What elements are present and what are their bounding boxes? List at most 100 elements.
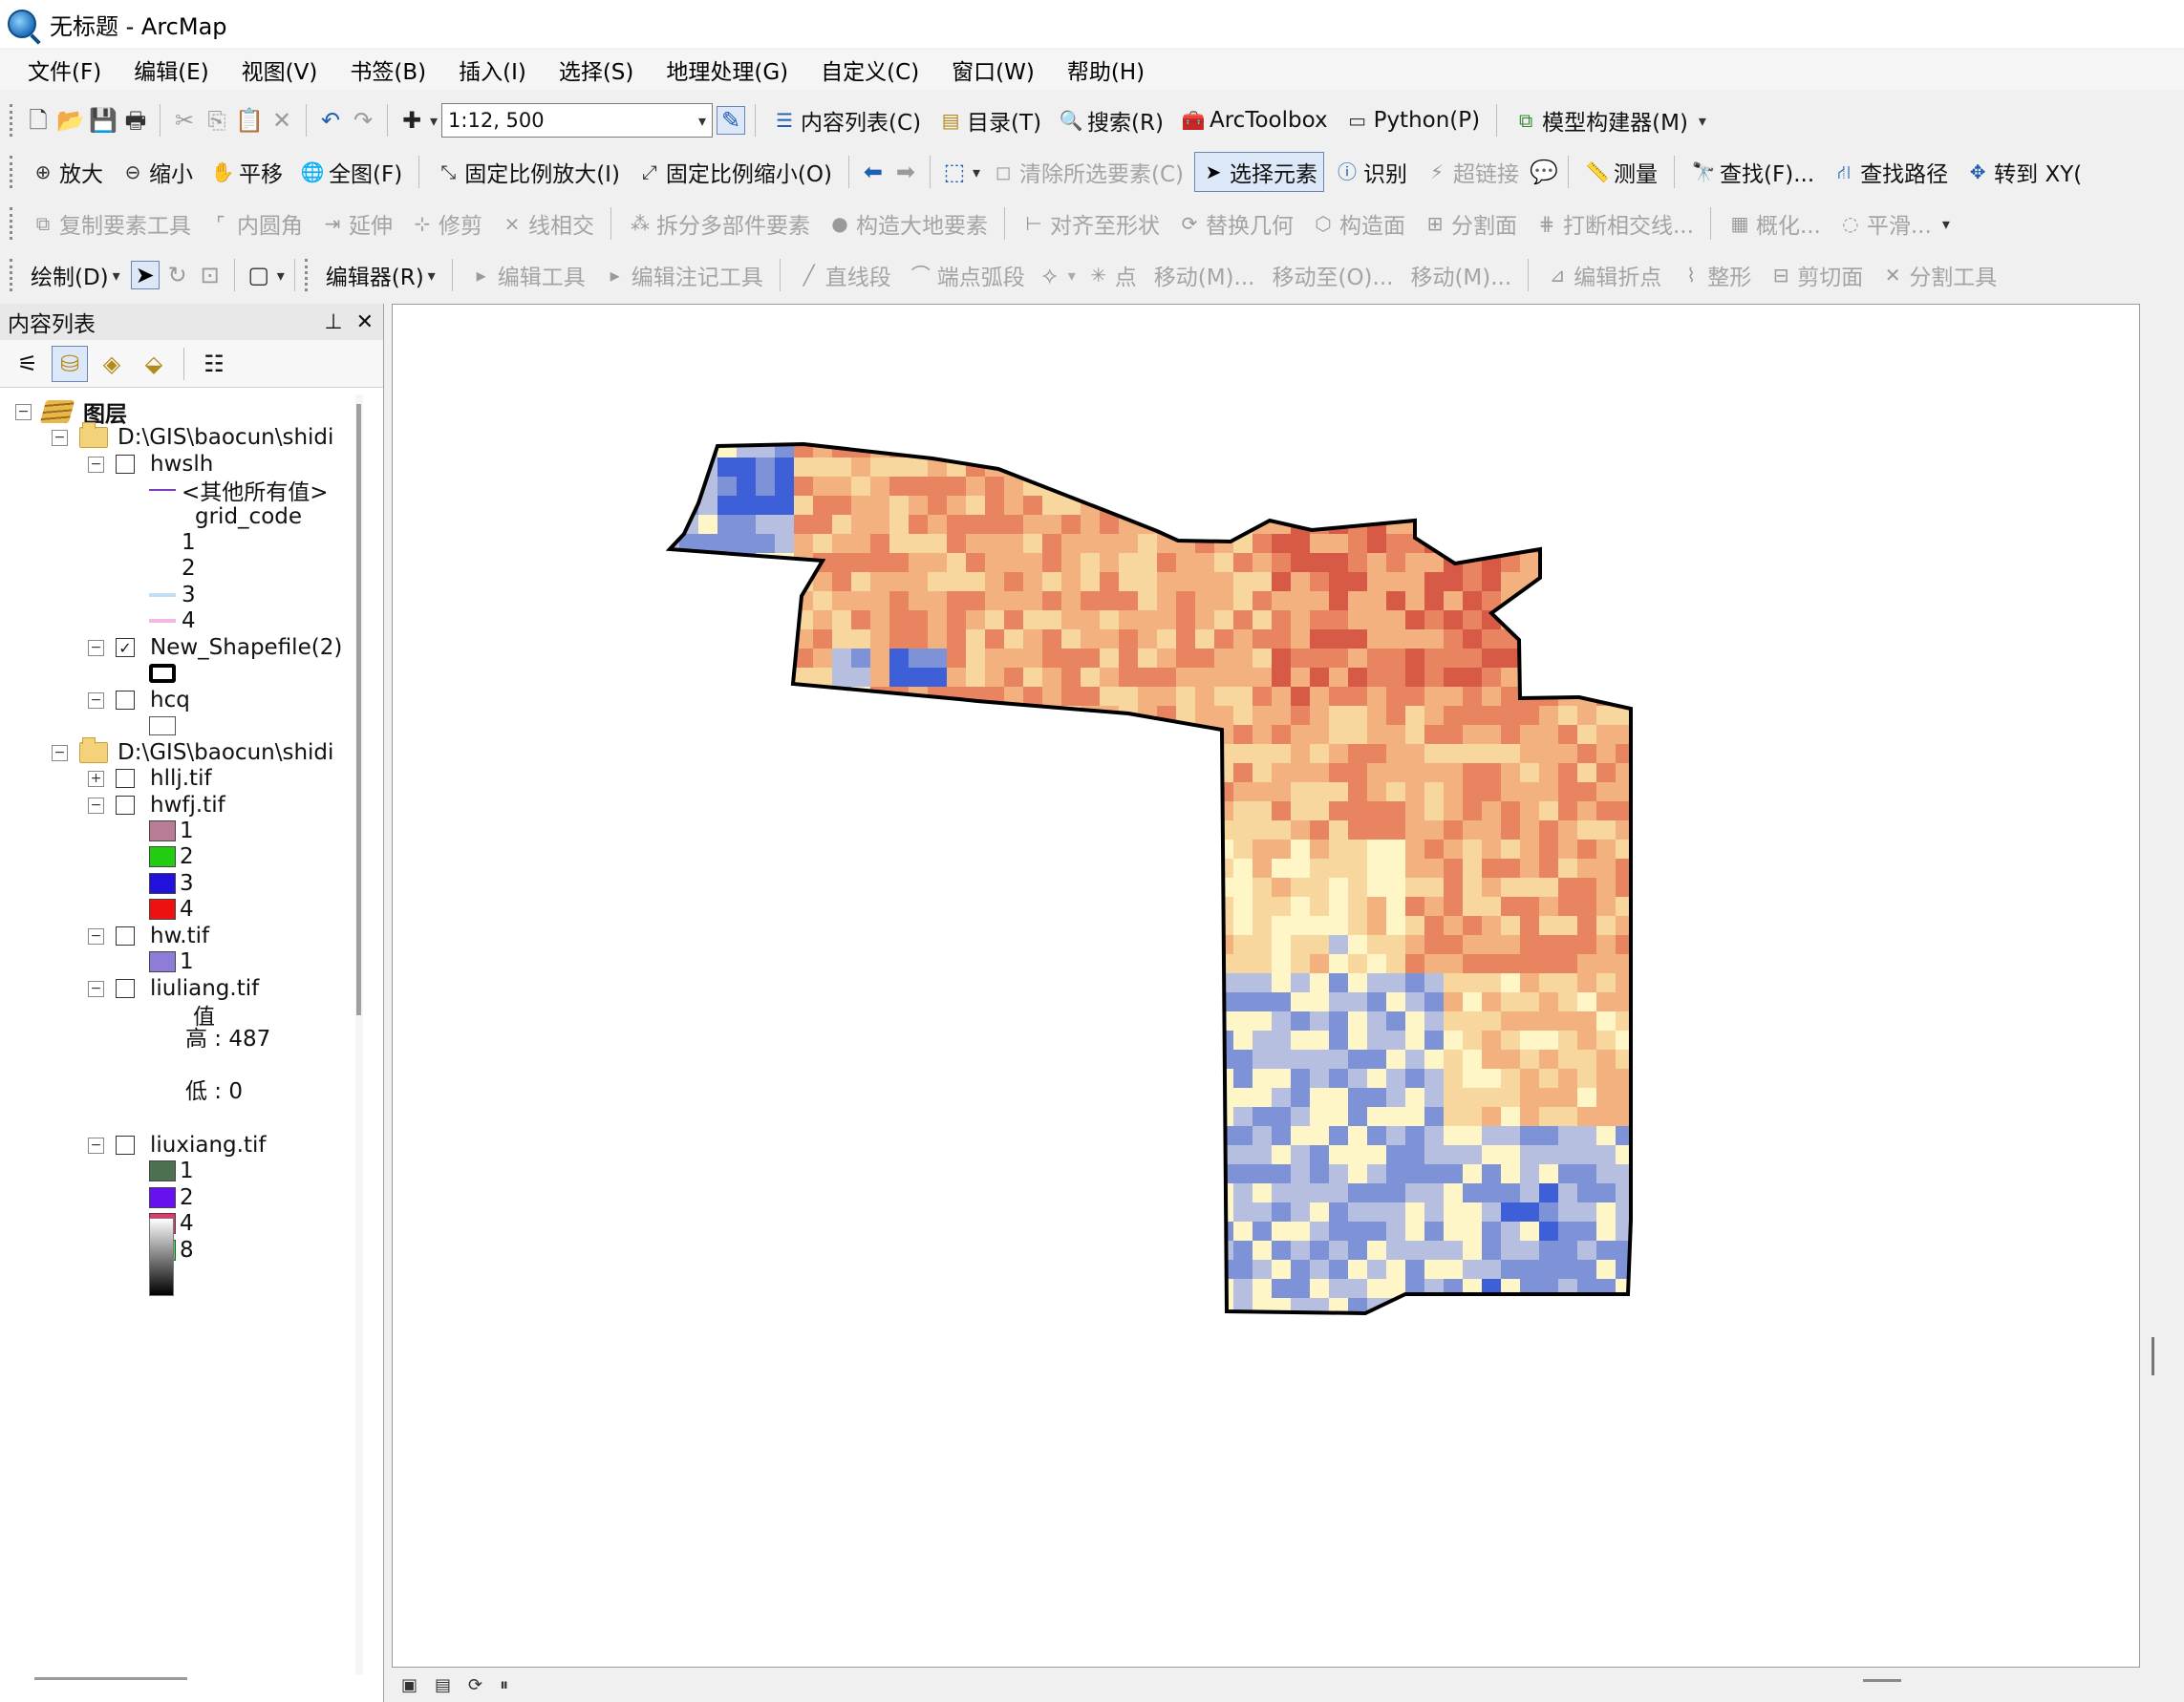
map-vertical-scrollbar[interactable] [2144,304,2184,1668]
point-button[interactable]: ✳ 点 [1080,255,1144,295]
toc-horizontal-scrollbar[interactable] [34,1677,187,1680]
forward-arrow-icon[interactable]: ➡ [891,158,920,186]
menu-file[interactable]: 文件(F) [11,50,118,90]
scrollbar-thumb[interactable] [356,404,361,1015]
split-tool-button[interactable]: ✕ 分割工具 [1874,255,2003,295]
move-to-button[interactable]: 移动至(O)... [1265,255,1400,295]
paste-icon[interactable]: 📋 [235,106,264,135]
zoom-to-selected-icon[interactable]: ⊡ [196,261,225,289]
construct-polygons-button[interactable]: ⬡ 构造面 [1304,203,1412,244]
layer-visibility-checkbox[interactable] [116,455,135,474]
layer-visibility-checkbox[interactable] [116,796,135,815]
map-scale-combobox[interactable]: 1:12, 500 ▾ [441,103,714,138]
collapse-icon[interactable]: − [88,980,104,997]
toolbar-grip[interactable] [10,104,14,137]
move-delta-button[interactable]: 移动(M)... [1403,255,1518,295]
layer-visibility-checkbox[interactable] [116,769,135,788]
collapse-icon[interactable]: − [88,639,104,656]
align-to-shape-button[interactable]: ⊢ 对齐至形状 [1015,203,1167,244]
edit-vertices-button[interactable]: ⊿ 编辑折点 [1538,255,1668,295]
menu-edit[interactable]: 编辑(E) [118,50,225,90]
toolbar-grip[interactable] [304,259,310,291]
delete-icon[interactable]: ✕ [268,106,296,135]
select-features-dropdown-icon[interactable]: ▾ [973,163,980,181]
move-button[interactable]: 移动(M)... [1147,255,1262,295]
model-builder-button[interactable]: ⧉ 模型构建器(M) [1507,100,1695,140]
explode-multipart-button[interactable]: ⁂ 拆分多部件要素 [621,203,817,244]
back-arrow-icon[interactable]: ⬅ [859,158,888,186]
collapse-icon[interactable]: − [88,456,104,473]
splitter-grip[interactable] [2152,1337,2154,1375]
close-icon[interactable]: ✕ [356,310,374,334]
menu-windows[interactable]: 窗口(W) [935,50,1051,90]
select-elements-pointer-icon[interactable]: ➤ [130,261,160,289]
copy-features-tool-button[interactable]: ⧉ 复制要素工具 [24,203,198,244]
fixed-zoom-in-button[interactable]: ⤡ 固定比例放大(I) [429,152,627,192]
chevron-down-icon[interactable]: ▾ [698,112,706,130]
collapse-icon[interactable]: − [88,797,104,814]
print-icon[interactable]: 🖶 [121,106,150,135]
pause-drawing-icon[interactable]: ⏸ [496,1675,512,1695]
map-horizontal-scrollbar[interactable] [1863,1679,1901,1682]
fillet-button[interactable]: ⌜ 内圆角 [202,203,310,244]
collapse-icon[interactable]: − [88,691,104,709]
trim-button[interactable]: ⊹ 修剪 [403,203,489,244]
list-by-source-icon[interactable]: ⛁ [52,345,88,382]
measure-button[interactable]: 📏 测量 [1578,152,1664,192]
layout-view-icon[interactable]: ▤ [431,1675,455,1695]
layer-visibility-checkbox[interactable]: ✓ [116,638,135,657]
map-canvas[interactable] [393,305,2139,1667]
draw-menu-button[interactable]: 绘制(D) ▾ [24,255,127,295]
arctoolbox-button[interactable]: 🧰 ArcToolbox [1174,104,1335,137]
full-extent-button[interactable]: 🌐 全图(F) [293,152,409,192]
layer-visibility-checkbox[interactable] [116,979,135,998]
toolbar-grip[interactable] [10,156,14,188]
table-of-contents-button[interactable]: ☰ 内容列表(C) [765,100,928,140]
map-view[interactable] [392,304,2140,1668]
fixed-zoom-out-button[interactable]: ⤢ 固定比例缩小(O) [631,152,839,192]
html-popup-icon[interactable]: 💬 [1530,158,1558,186]
layer-visibility-checkbox[interactable] [116,691,135,710]
editor-toolbar-icon[interactable]: ✎ [717,106,746,135]
python-button[interactable]: ▭ Python(P) [1338,104,1488,137]
collapse-icon[interactable]: − [15,403,32,420]
toolbar-grip[interactable] [10,207,14,240]
pin-icon[interactable]: ⊥ [324,310,342,334]
menu-bookmarks[interactable]: 书签(B) [333,50,442,90]
straight-segment-button[interactable]: ╱ 直线段 [790,255,898,295]
construct-geodetic-button[interactable]: ● 构造大地要素 [821,203,995,244]
save-icon[interactable]: 💾 [89,106,118,135]
expand-icon[interactable]: + [88,770,104,787]
menu-customize[interactable]: 自定义(C) [804,50,935,90]
trace-icon[interactable]: ⟡ [1036,261,1064,289]
trace-dropdown-icon[interactable]: ▾ [1068,266,1076,285]
hyperlink-button[interactable]: ⚡ 超链接 [1418,152,1526,192]
collapse-icon[interactable]: − [52,744,68,761]
search-button[interactable]: 🔍 搜索(R) [1052,100,1170,140]
layer-visibility-checkbox[interactable] [116,926,135,946]
line-intersection-button[interactable]: ⨯ 线相交 [493,203,601,244]
toolbar-options-icon[interactable]: ▾ [1942,215,1950,233]
new-document-icon[interactable]: 🗋 [24,106,53,135]
rectangle-icon[interactable]: ▢ [245,261,273,289]
split-polygons-button[interactable]: ⊞ 分割面 [1416,203,1524,244]
clear-selection-button[interactable]: ◻ 清除所选要素(C) [984,152,1190,192]
replace-geometry-button[interactable]: ⟳ 替换几何 [1170,203,1300,244]
menu-help[interactable]: 帮助(H) [1051,50,1161,90]
edit-tool-button[interactable]: ▸ 编辑工具 [462,255,592,295]
list-by-visibility-icon[interactable]: ◈ [94,346,130,382]
menu-insert[interactable]: 插入(I) [442,50,543,90]
toc-vertical-scrollbar[interactable] [355,394,363,1674]
data-view-icon[interactable]: ▣ [397,1675,421,1695]
identify-button[interactable]: ⓘ 识别 [1328,152,1414,192]
generalize-button[interactable]: ▦ 概化... [1721,203,1828,244]
collapse-icon[interactable]: − [88,927,104,945]
cut-icon[interactable]: ✂ [170,106,199,135]
catalog-button[interactable]: ▤ 目录(T) [931,100,1048,140]
planarize-lines-button[interactable]: ⋕ 打断相交线... [1528,203,1701,244]
layer-visibility-checkbox[interactable] [116,1136,135,1155]
copy-icon[interactable]: ⎘ [203,106,231,135]
reshape-button[interactable]: ⌇ 整形 [1672,255,1758,295]
collapse-icon[interactable]: − [88,1137,104,1154]
options-icon[interactable]: ☷ [196,346,232,382]
